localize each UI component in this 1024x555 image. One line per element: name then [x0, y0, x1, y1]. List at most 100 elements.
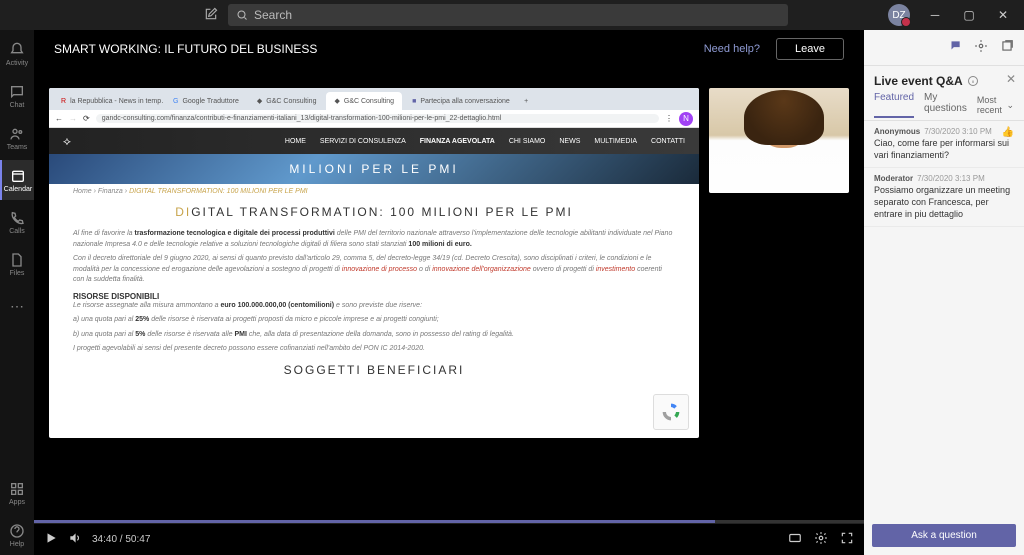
- browser-tab[interactable]: GGoogle Traduttore: [165, 92, 247, 110]
- search-input[interactable]: Search: [228, 4, 788, 26]
- qa-tool-popout[interactable]: [1000, 39, 1014, 56]
- qa-toolbar: [864, 30, 1024, 66]
- qa-tab-myquestions[interactable]: My questions: [924, 92, 967, 118]
- qa-tab-featured[interactable]: Featured: [874, 92, 914, 118]
- rail-calls[interactable]: Calls: [0, 202, 34, 242]
- article-body: DIGITAL TRANSFORMATION: 100 MILIONI PER …: [49, 199, 699, 391]
- browser-tab[interactable]: Rla Repubblica - News in temp…: [53, 92, 163, 110]
- rail-help[interactable]: Help: [0, 515, 34, 555]
- teams-icon: [9, 126, 25, 142]
- gear-icon: [814, 531, 828, 545]
- article-paragraph: Con il decreto direttoriale del 9 giugno…: [73, 254, 675, 286]
- qa-sort[interactable]: Most recent ⌄: [977, 95, 1024, 115]
- qna-icon: [948, 39, 962, 53]
- qa-tool-qna[interactable]: [948, 39, 962, 56]
- browser-tab[interactable]: ■Partecipa alla conversazione: [404, 92, 514, 110]
- close-icon[interactable]: ✕: [1006, 72, 1016, 86]
- qa-item[interactable]: 👍 Anonymous7/30/2020 3:10 PM Ciao, come …: [864, 121, 1024, 168]
- chat-icon: [9, 84, 25, 100]
- rail-more[interactable]: ⋯: [0, 286, 34, 326]
- qa-tabs: Featured My questions: [864, 92, 977, 118]
- article-paragraph: a) una quota pari al 25% delle risorse è…: [73, 315, 675, 326]
- nav-reload-icon[interactable]: ⟳: [83, 114, 90, 123]
- seek-bar-top[interactable]: [34, 520, 864, 523]
- qa-text: Possiamo organizzare un meeting separato…: [874, 185, 1014, 220]
- apps-icon: [9, 481, 25, 497]
- site-nav-item[interactable]: MULTIMEDIA: [594, 138, 637, 145]
- like-icon[interactable]: 👍: [1002, 127, 1014, 138]
- nav-fwd-icon[interactable]: →: [69, 114, 77, 123]
- article-paragraph: I progetti agevolabili ai sensi del pres…: [73, 344, 675, 355]
- event-title: SMART WORKING: IL FUTURO DEL BUSINESS: [54, 42, 317, 56]
- cc-button[interactable]: [788, 531, 802, 548]
- qa-timestamp: 7/30/2020 3:10 PM: [924, 127, 992, 136]
- player-time: 34:40 / 50:47: [92, 534, 150, 545]
- rail-calendar[interactable]: Calendar: [0, 160, 34, 200]
- gear-icon: [974, 39, 988, 53]
- site-nav-item[interactable]: CONTATTI: [651, 138, 685, 145]
- rail-files[interactable]: Files: [0, 244, 34, 284]
- app-rail: Activity Chat Teams Calendar Calls Files…: [0, 30, 34, 555]
- help-icon: [9, 523, 25, 539]
- new-tab-button[interactable]: +: [516, 92, 536, 110]
- recaptcha-badge: [653, 394, 689, 430]
- article-title: DIGITAL TRANSFORMATION: 100 MILIONI PER …: [73, 205, 675, 219]
- url-field[interactable]: gandc-consulting.com/finanza/contributi-…: [96, 114, 659, 123]
- titlebar: Search DZ ─ ▢ ✕: [0, 0, 1024, 30]
- window-maximize[interactable]: ▢: [952, 0, 986, 30]
- qa-item[interactable]: Moderator7/30/2020 3:13 PM Possiamo orga…: [864, 168, 1024, 227]
- popout-icon: [1000, 39, 1014, 53]
- site-nav-item[interactable]: FINANZA AGEVOLATA: [420, 138, 495, 145]
- presenter-video: [709, 88, 849, 193]
- cc-icon: [788, 531, 802, 545]
- presenter-thumbnail: [709, 88, 849, 193]
- play-icon: [44, 531, 58, 545]
- extensions-icon[interactable]: ⋮: [665, 114, 673, 123]
- window-minimize[interactable]: ─: [918, 0, 952, 30]
- qa-author: Moderator: [874, 174, 913, 183]
- site-nav-item[interactable]: HOME: [285, 138, 306, 145]
- article-subhead: SOGGETTI BENEFICIARI: [73, 363, 675, 377]
- site-hero: MILIONI PER LE PMI: [49, 154, 699, 184]
- qa-panel: Live event Q&A ✕ Featured My questions M…: [864, 30, 1024, 555]
- user-avatar[interactable]: DZ: [888, 4, 910, 26]
- qa-tool-settings[interactable]: [974, 39, 988, 56]
- search-placeholder: Search: [254, 8, 292, 22]
- nav-back-icon[interactable]: ←: [55, 114, 63, 123]
- rail-chat[interactable]: Chat: [0, 76, 34, 116]
- window-close[interactable]: ✕: [986, 0, 1020, 30]
- play-button[interactable]: [44, 531, 58, 548]
- volume-icon: [68, 531, 82, 545]
- article-subhead: RISORSE DISPONIBILI: [73, 292, 675, 301]
- bell-icon: [9, 42, 25, 58]
- phone-icon: [9, 210, 25, 226]
- breadcrumb: Home › Finanza › DIGITAL TRANSFORMATION:…: [49, 184, 699, 199]
- player-controls: 34:40 / 50:47: [34, 523, 864, 555]
- rail-teams[interactable]: Teams: [0, 118, 34, 158]
- browser-tabstrip: Rla Repubblica - News in temp… GGoogle T…: [49, 88, 699, 110]
- recaptcha-icon: [661, 402, 681, 422]
- article-paragraph: Le risorse assegnate alla misura ammonta…: [73, 301, 675, 312]
- event-main: SMART WORKING: IL FUTURO DEL BUSINESS Ne…: [34, 30, 864, 555]
- need-help-link[interactable]: Need help?: [704, 43, 760, 55]
- site-nav-item[interactable]: CHI SIAMO: [509, 138, 546, 145]
- video-stage: Rla Repubblica - News in temp… GGoogle T…: [34, 68, 864, 520]
- volume-button[interactable]: [68, 531, 82, 548]
- site-nav-item[interactable]: SERVIZI DI CONSULENZA: [320, 138, 406, 145]
- leave-button[interactable]: Leave: [776, 38, 844, 60]
- browser-addressbar: ← → ⟳ gandc-consulting.com/finanza/contr…: [49, 110, 699, 128]
- qa-title: Live event Q&A: [864, 66, 989, 92]
- browser-tab[interactable]: ◆G&C Consulting: [249, 92, 325, 110]
- event-header: SMART WORKING: IL FUTURO DEL BUSINESS Ne…: [34, 30, 864, 68]
- ask-question-button[interactable]: Ask a question: [872, 524, 1016, 547]
- browser-tab[interactable]: ◆G&C Consulting: [326, 92, 402, 110]
- shared-screen: Rla Repubblica - News in temp… GGoogle T…: [49, 88, 699, 438]
- rail-apps[interactable]: Apps: [0, 473, 34, 513]
- compose-icon[interactable]: [204, 7, 218, 24]
- site-nav-item[interactable]: NEWS: [559, 138, 580, 145]
- rail-activity[interactable]: Activity: [0, 34, 34, 74]
- settings-button[interactable]: [814, 531, 828, 548]
- profile-badge[interactable]: N: [679, 112, 693, 126]
- fullscreen-button[interactable]: [840, 531, 854, 548]
- info-icon[interactable]: [967, 75, 979, 87]
